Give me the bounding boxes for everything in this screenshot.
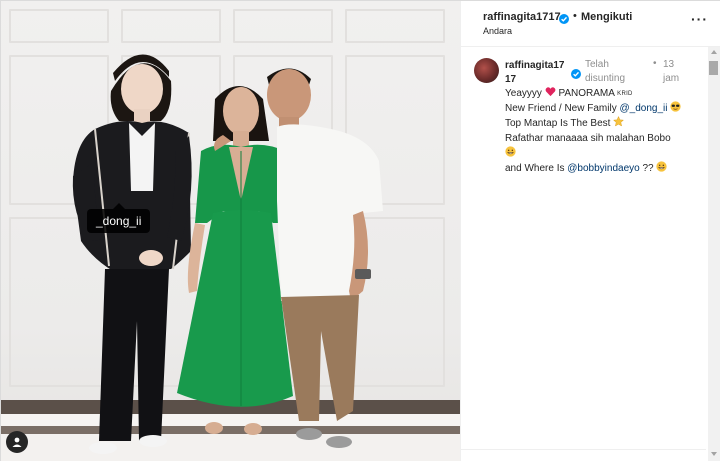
header-separator-dot: •: [573, 10, 577, 22]
caption-author-username[interactable]: raffinagita1717: [505, 59, 569, 87]
verified-badge-icon: [571, 66, 581, 84]
scroll-up-arrow-icon[interactable]: [711, 50, 717, 54]
person-left: [72, 54, 192, 454]
comments-scrollbar[interactable]: [708, 47, 720, 461]
edited-label: Telah disunting: [585, 59, 626, 84]
scroll-down-arrow-icon[interactable]: [711, 452, 717, 456]
post-photo[interactable]: _dong_ii: [1, 1, 460, 461]
star-emoji-icon: [613, 116, 625, 127]
caption-line-6: and Where Is @bobbyindaeyo ??: [505, 161, 705, 176]
more-options-icon[interactable]: ···: [691, 11, 708, 27]
user-tag-icon[interactable]: [6, 431, 28, 453]
instagram-post-modal: _dong_ii raffinagita1717 • Mengikuti And…: [0, 0, 720, 461]
caption-separator-dot: •: [653, 58, 657, 69]
grinning-emoji-icon: [656, 161, 668, 172]
photo-user-tag[interactable]: _dong_ii: [87, 203, 151, 233]
caption-line-2: New Friend / New Family @_dong_ii: [505, 101, 705, 116]
post-location[interactable]: Andara: [483, 26, 512, 36]
post-time-ago[interactable]: 13 jam: [663, 58, 685, 86]
mention-link[interactable]: @bobbyindaeyo: [567, 163, 639, 174]
caption-author-avatar[interactable]: [474, 58, 499, 83]
mention-link[interactable]: @_dong_ii: [619, 103, 667, 114]
caption-line-1: Yeayyyy PANORAMA KRID: [505, 87, 633, 99]
following-button[interactable]: Mengikuti: [581, 11, 632, 23]
caption-line-5: [505, 146, 705, 161]
scrollbar-thumb[interactable]: [709, 61, 718, 75]
post-author-username[interactable]: raffinagita1717: [483, 11, 561, 23]
caption-line-4: Rafathar manaaaa sih malahan Bobo: [505, 132, 671, 144]
divider: [461, 449, 706, 450]
grinning-emoji-icon: [505, 146, 516, 157]
caption-line-3: Top Mantap Is The Best: [505, 116, 705, 131]
verified-badge-icon: [559, 11, 569, 29]
heart-emoji-icon: [545, 87, 556, 97]
post-caption: Yeayyyy PANORAMA KRID New Friend / New F…: [505, 86, 705, 176]
post-side-panel: raffinagita1717 • Mengikuti Andara ··· r…: [460, 1, 720, 461]
post-header: raffinagita1717 • Mengikuti Andara ···: [461, 1, 720, 47]
sunglasses-emoji-icon: [670, 101, 681, 112]
